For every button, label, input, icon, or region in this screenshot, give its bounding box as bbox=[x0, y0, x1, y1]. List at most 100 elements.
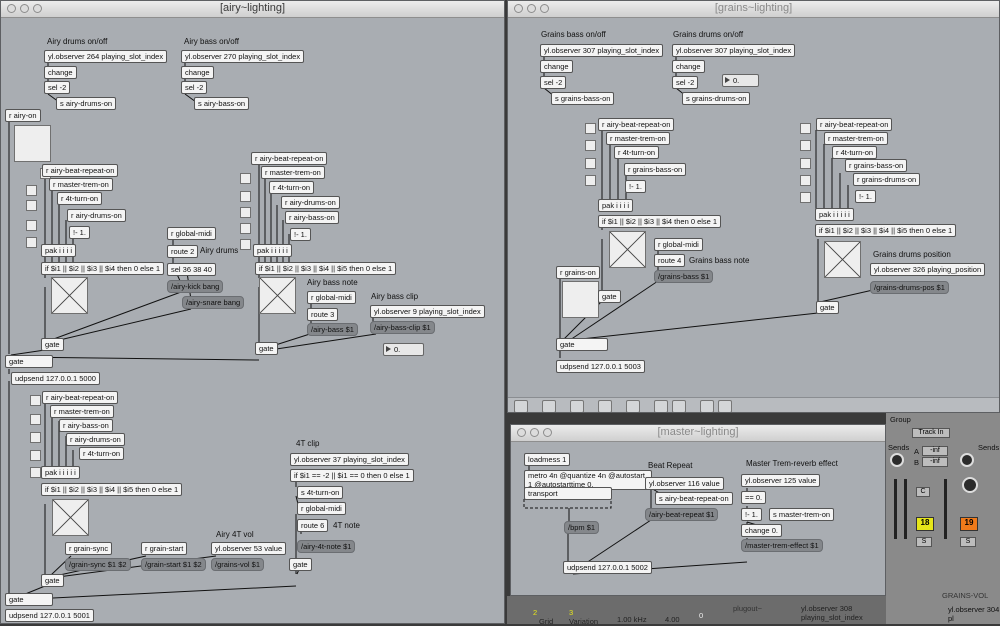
grid-icon[interactable] bbox=[700, 400, 714, 412]
solo-button[interactable]: S bbox=[960, 537, 976, 547]
observer-9-object[interactable]: yl.observer 9 playing_slot_index bbox=[370, 305, 485, 318]
toggle[interactable] bbox=[26, 220, 37, 231]
airy-bass-message[interactable]: /airy-bass $1 bbox=[307, 323, 358, 336]
observer-53-object[interactable]: yl.observer 53 value bbox=[211, 542, 287, 555]
send-knob-icon[interactable] bbox=[890, 453, 904, 467]
grains-vol-message[interactable]: /grains-vol $1 bbox=[211, 558, 265, 571]
observer-307-object[interactable]: yl.observer 307 playing_slot_index bbox=[540, 44, 664, 57]
send-master-trem-object[interactable]: s master-trem-on bbox=[769, 508, 835, 521]
observer-125-object[interactable]: yl.observer 125 value bbox=[741, 474, 821, 487]
toggle[interactable] bbox=[240, 173, 251, 184]
grain-sync-message[interactable]: /grain-sync $1 $2 bbox=[65, 558, 131, 571]
sel-object[interactable]: sel -2 bbox=[672, 76, 699, 89]
sel-object[interactable]: sel -2 bbox=[181, 81, 208, 94]
send-airy-bass-on-object[interactable]: s airy-bass-on bbox=[194, 97, 250, 110]
airy-bass-clip-message[interactable]: /airy-bass-clip $1 bbox=[370, 321, 435, 334]
send-grains-drums-on-object[interactable]: s grains-drums-on bbox=[682, 92, 751, 105]
matrix-cross-box[interactable] bbox=[52, 499, 89, 536]
toggle[interactable] bbox=[800, 123, 811, 134]
send-knob-icon[interactable] bbox=[960, 453, 974, 467]
toggle[interactable] bbox=[800, 192, 811, 203]
gate-object[interactable]: gate bbox=[556, 338, 608, 351]
airy-beat-repeat-message[interactable]: /airy-beat-repeat $1 bbox=[645, 508, 719, 521]
number-box[interactable]: 0. bbox=[722, 74, 759, 87]
change-object[interactable]: change bbox=[44, 66, 77, 79]
udpsend-5003-object[interactable]: udpsend 127.0.0.1 5003 bbox=[556, 360, 645, 373]
receive-4t-turn-object[interactable]: r 4t-turn-on bbox=[832, 146, 878, 159]
if-expression-object[interactable]: if $i1 || $i2 || $i3 || $i4 then 0 else … bbox=[41, 262, 165, 275]
receive-beat-repeat-object[interactable]: r airy-beat-repeat-on bbox=[42, 164, 119, 177]
send-grains-bass-on-object[interactable]: s grains-bass-on bbox=[551, 92, 615, 105]
receive-grains-bass-on-object[interactable]: r grains-bass-on bbox=[624, 163, 687, 176]
gate-object[interactable]: gate bbox=[5, 593, 53, 606]
toggle[interactable] bbox=[240, 207, 251, 218]
crossfade-button[interactable]: C bbox=[916, 487, 930, 497]
grain-start-message[interactable]: /grain-start $1 $2 bbox=[141, 558, 206, 571]
pak-object[interactable]: pak i i i i i bbox=[815, 208, 854, 221]
receive-grains-on-object[interactable]: r grains-on bbox=[556, 266, 600, 279]
window-icon[interactable] bbox=[654, 400, 668, 412]
toggle[interactable] bbox=[240, 239, 251, 250]
move-icon[interactable] bbox=[570, 400, 584, 412]
route-object[interactable]: route 2 bbox=[167, 245, 199, 258]
snare-bang-message[interactable]: /airy-snare bang bbox=[182, 296, 245, 309]
number-box[interactable]: 0. bbox=[383, 343, 424, 356]
toggle[interactable] bbox=[30, 450, 41, 461]
receive-global-midi-object[interactable]: r global-midi bbox=[167, 227, 216, 240]
sel-object[interactable]: sel -2 bbox=[540, 76, 567, 89]
receive-grain-start-object[interactable]: r grain-start bbox=[141, 542, 188, 555]
receive-airy-drums-on-object[interactable]: r airy-drums-on bbox=[66, 433, 125, 446]
if-clip-expression-object[interactable]: if $i1 == -2 || $i1 == 0 then 0 else 1 bbox=[290, 469, 414, 482]
toggle[interactable] bbox=[800, 158, 811, 169]
pak-object[interactable]: pak i i i i i bbox=[41, 466, 80, 479]
presentation-icon[interactable] bbox=[598, 400, 612, 412]
receive-master-trem-object[interactable]: r master-trem-on bbox=[261, 166, 325, 179]
receive-beat-repeat-object[interactable]: r airy-beat-repeat-on bbox=[598, 118, 675, 131]
if-expression-object[interactable]: if $i1 || $i2 || $i3 || $i4 || $i5 then … bbox=[41, 483, 183, 496]
if-expression-object[interactable]: if $i1 || $i2 || $i3 || $i4 || $i5 then … bbox=[815, 224, 957, 237]
send-airy-beat-repeat-object[interactable]: s airy-beat-repeat-on bbox=[655, 492, 733, 505]
send-4t-turn-object[interactable]: s 4t-turn-on bbox=[297, 486, 344, 499]
receive-global-midi-object[interactable]: r global-midi bbox=[654, 238, 703, 251]
change-object[interactable]: change 0. bbox=[741, 524, 782, 537]
not-object[interactable]: !- 1. bbox=[290, 228, 311, 241]
toggle[interactable] bbox=[800, 175, 811, 186]
send-b-value[interactable]: -inf bbox=[922, 457, 948, 467]
big-toggle[interactable] bbox=[562, 281, 599, 318]
receive-grains-drums-on-object[interactable]: r grains-drums-on bbox=[853, 173, 921, 186]
observer-116-object[interactable]: yl.observer 116 value bbox=[645, 477, 724, 490]
udpsend-5002-object[interactable]: udpsend 127.0.0.1 5002 bbox=[563, 561, 652, 574]
matrix-cross-box[interactable] bbox=[259, 277, 296, 314]
receive-beat-repeat-object[interactable]: r airy-beat-repeat-on bbox=[251, 152, 328, 165]
toggle[interactable] bbox=[30, 395, 41, 406]
grains-bass-message[interactable]: /grains-bass $1 bbox=[654, 270, 714, 283]
track-in-field[interactable]: Track In bbox=[912, 428, 950, 438]
toggle[interactable] bbox=[585, 140, 596, 151]
toggle[interactable] bbox=[30, 467, 41, 478]
route-object[interactable]: route 6 bbox=[297, 519, 329, 532]
grains-drums-pos-message[interactable]: /grains-drums-pos $1 bbox=[870, 281, 949, 294]
master-trem-effect-message[interactable]: /master-trem-effect $1 bbox=[741, 539, 823, 552]
matrix-cross-box[interactable] bbox=[609, 231, 646, 268]
pak-object[interactable]: pak i i i i bbox=[41, 244, 77, 257]
track-activator-19[interactable]: 19 bbox=[960, 517, 978, 531]
add-icon[interactable] bbox=[542, 400, 556, 412]
if-expression-object[interactable]: if $i1 || $i2 || $i3 || $i4 || $i5 then … bbox=[255, 262, 397, 275]
toggle[interactable] bbox=[240, 191, 251, 202]
receive-airy-bass-on-object[interactable]: r airy-bass-on bbox=[285, 211, 339, 224]
window-icon[interactable] bbox=[672, 400, 686, 412]
observer-264-object[interactable]: yl.observer 264 playing_slot_index bbox=[44, 50, 168, 63]
matrix-cross-box[interactable] bbox=[51, 277, 88, 314]
change-object[interactable]: change bbox=[540, 60, 573, 73]
toggle[interactable] bbox=[240, 223, 251, 234]
not-object[interactable]: !- 1. bbox=[69, 226, 90, 239]
observer-307-object[interactable]: yl.observer 307 playing_slot_index bbox=[672, 44, 796, 57]
toggle[interactable] bbox=[26, 200, 37, 211]
udpsend-5000-object[interactable]: udpsend 127.0.0.1 5000 bbox=[11, 372, 100, 385]
receive-global-midi-object[interactable]: r global-midi bbox=[307, 291, 356, 304]
receive-4t-turn-object[interactable]: r 4t-turn-on bbox=[269, 181, 315, 194]
gate-object[interactable]: gate bbox=[41, 574, 64, 587]
equals-zero-object[interactable]: == 0. bbox=[741, 491, 767, 504]
toggle[interactable] bbox=[30, 432, 41, 443]
pak-object[interactable]: pak i i i i i bbox=[253, 244, 292, 257]
